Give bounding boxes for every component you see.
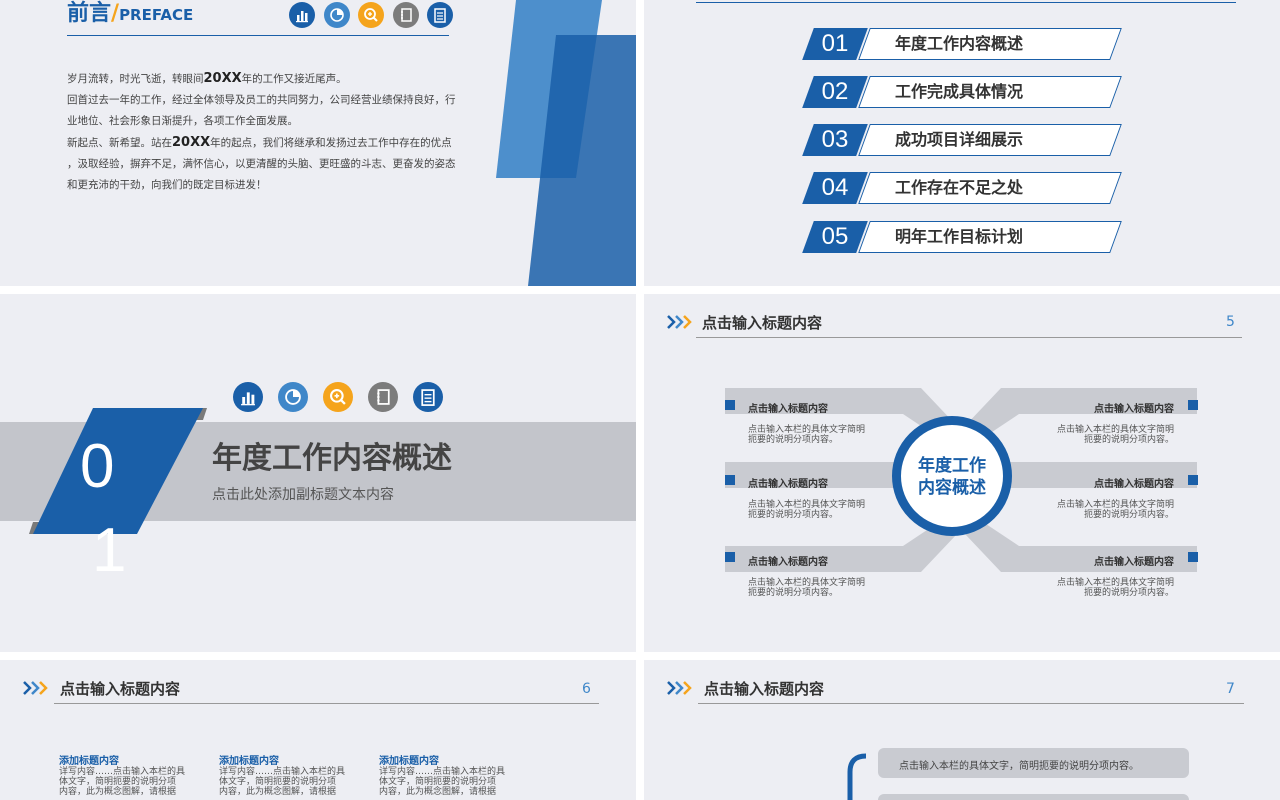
- slide-circle-diagram[interactable]: 点击输入标题内容 5 点击输入标题内容 点击输入本栏的具体文字简明 扼要的说明分项…: [644, 294, 1280, 652]
- slide-columns[interactable]: 点击输入标题内容 6 添加标题内容 详写内容……点击输入本栏的具 体文字，简明扼…: [0, 660, 636, 800]
- column-block: 添加标题内容 详写内容……点击输入本栏的具 体文字，简明扼要的说明分项 内容，此…: [379, 752, 505, 797]
- section-subtitle: 点击此处添加副标题文本内容: [212, 487, 394, 503]
- clipboard-icon[interactable]: [413, 382, 443, 412]
- preface-line: 回首过去一年的工作，经过全体领导及员工的共同努力，公司经营业绩保持良好，行: [67, 94, 456, 106]
- diagram-item-title: 点击输入标题内容: [1094, 404, 1174, 415]
- diagram-item-desc: 点击输入本栏的具体文字简明 扼要的说明分项内容。: [1056, 500, 1174, 520]
- preface-line: 新起点、新希望。站在20XX年的起点，我们将继承和发扬过去工作中存在的优点: [67, 135, 452, 150]
- preface-title: 前言/PREFACE: [67, 0, 193, 28]
- section-title: 年度工作内容概述: [212, 441, 452, 476]
- slide-bars[interactable]: 点击输入标题内容 7 点击输入本栏的具体文字，简明扼要的说明分项内容。: [644, 660, 1280, 800]
- pie-chart-icon[interactable]: [278, 382, 308, 412]
- diagram-item-title: 点击输入标题内容: [1094, 479, 1174, 490]
- preface-title-cn: 前言: [67, 1, 112, 26]
- column-block: 添加标题内容 详写内容……点击输入本栏的具 体文字，简明扼要的说明分项 内容，此…: [219, 752, 345, 797]
- item-num: 04: [821, 174, 849, 201]
- slide-preface[interactable]: 前言/PREFACE 岁月流转，时光飞逝，转眼间20XX年的工作又接近尾声。 回…: [0, 0, 636, 286]
- chevron-icon: [667, 315, 692, 329]
- bar-chart-icon[interactable]: [233, 382, 263, 412]
- marker-square: [725, 400, 735, 410]
- preface-divider: [67, 35, 449, 36]
- slide-header-title: 点击输入标题内容: [702, 314, 823, 332]
- center-circle: 年度工作 内容概述: [892, 416, 1012, 536]
- contents-item-1[interactable]: 年度工作内容概述: [895, 28, 1023, 60]
- preface-line: 业地位、社会形象日渐提升，各项工作全面发展。: [67, 115, 298, 127]
- slide-header-title: 点击输入标题内容: [60, 680, 181, 698]
- item-num: 02: [821, 78, 849, 105]
- marker-square: [725, 552, 735, 562]
- page-number: 7: [1226, 681, 1235, 697]
- page-number: 6: [582, 681, 591, 697]
- column-title: 添加标题内容: [59, 756, 119, 767]
- column-line: 体文字，简明扼要的说明分项: [59, 777, 177, 787]
- item-num: 05: [821, 223, 849, 250]
- clipboard-icon[interactable]: [427, 2, 453, 28]
- header-divider: [698, 703, 1244, 704]
- column-title: 添加标题内容: [219, 756, 279, 767]
- diagram-item-desc: 点击输入本栏的具体文字简明 扼要的说明分项内容。: [748, 578, 866, 598]
- contents-item-4[interactable]: 工作存在不足之处: [895, 172, 1023, 204]
- center-circle-text: 年度工作 内容概述: [918, 456, 986, 498]
- item-num: 01: [821, 30, 849, 57]
- marker-square: [1188, 475, 1198, 485]
- preface-line: 和更充沛的干劲，向我们的既定目标进发！: [67, 179, 267, 191]
- column-line: 体文字，简明扼要的说明分项: [379, 777, 497, 787]
- contents-item-3[interactable]: 成功项目详细展示: [895, 124, 1023, 156]
- preface-title-en: PREFACE: [119, 6, 194, 24]
- slide-section-01[interactable]: 0 1 年度工作内容概述 点击此处添加副标题文本内容: [0, 294, 636, 652]
- preface-title-sep: /: [111, 1, 120, 26]
- section-number-bottom: 1: [92, 516, 127, 585]
- contents-top-line: [696, 2, 1236, 3]
- marker-square: [1188, 552, 1198, 562]
- search-icon[interactable]: [358, 2, 384, 28]
- contents-item-2[interactable]: 工作完成具体情况: [895, 76, 1023, 108]
- column-line: 内容，此为概念图解，请根据: [379, 787, 497, 797]
- chevron-icon: [667, 681, 692, 695]
- bracket-shape: [847, 753, 867, 800]
- slide-header-title: 点击输入标题内容: [704, 680, 825, 698]
- page-number: 5: [1226, 314, 1235, 330]
- header-divider: [696, 337, 1242, 338]
- column-line: 体文字，简明扼要的说明分项: [219, 777, 337, 787]
- preface-line: 岁月流转，时光飞逝，转眼间20XX年的工作又接近尾声。: [67, 71, 347, 86]
- text-bar[interactable]: [878, 794, 1189, 800]
- search-icon[interactable]: [323, 382, 353, 412]
- chevron-icon: [23, 681, 48, 695]
- column-title: 添加标题内容: [379, 756, 439, 767]
- notebook-icon[interactable]: [368, 382, 398, 412]
- diagram-item-desc: 点击输入本栏的具体文字简明 扼要的说明分项内容。: [1056, 425, 1174, 445]
- marker-square: [1188, 400, 1198, 410]
- preface-line: ，汲取经验，摒弃不足，满怀信心，以更清醒的头脑、更旺盛的斗志、更奋发的姿态: [67, 158, 456, 170]
- pie-chart-icon[interactable]: [324, 2, 350, 28]
- diagram-item-title: 点击输入标题内容: [1094, 557, 1174, 568]
- diagram-item-title: 点击输入标题内容: [748, 479, 828, 490]
- column-line: 内容，此为概念图解，请根据: [59, 787, 177, 797]
- column-line: 详写内容……点击输入本栏的具: [219, 767, 346, 777]
- diagram-item-title: 点击输入标题内容: [748, 404, 828, 415]
- text-bar-label: 点击输入本栏的具体文字，简明扼要的说明分项内容。: [899, 761, 1139, 772]
- diagram-item-desc: 点击输入本栏的具体文字简明 扼要的说明分项内容。: [748, 425, 866, 445]
- preface-text: 岁月流转，时光飞逝，转眼间20XX年的工作又接近尾声。 回首过去一年的工作，经过…: [67, 68, 467, 196]
- item-num: 03: [821, 126, 849, 153]
- bar-chart-icon[interactable]: [289, 2, 315, 28]
- diagram-item-desc: 点击输入本栏的具体文字简明 扼要的说明分项内容。: [1056, 578, 1174, 598]
- decor-parallelograms: [496, 0, 636, 286]
- diagram-item-desc: 点击输入本栏的具体文字简明 扼要的说明分项内容。: [748, 500, 866, 520]
- marker-square: [725, 475, 735, 485]
- contents-item-5[interactable]: 明年工作目标计划: [895, 221, 1023, 253]
- diagram-item-title: 点击输入标题内容: [748, 557, 828, 568]
- column-line: 详写内容……点击输入本栏的具: [59, 767, 186, 777]
- header-divider: [54, 703, 599, 704]
- column-line: 详写内容……点击输入本栏的具: [379, 767, 506, 777]
- column-line: 内容，此为概念图解，请根据: [219, 787, 337, 797]
- section-number-top: 0: [80, 432, 115, 501]
- column-block: 添加标题内容 详写内容……点击输入本栏的具 体文字，简明扼要的说明分项 内容，此…: [59, 752, 185, 797]
- notebook-icon[interactable]: [393, 2, 419, 28]
